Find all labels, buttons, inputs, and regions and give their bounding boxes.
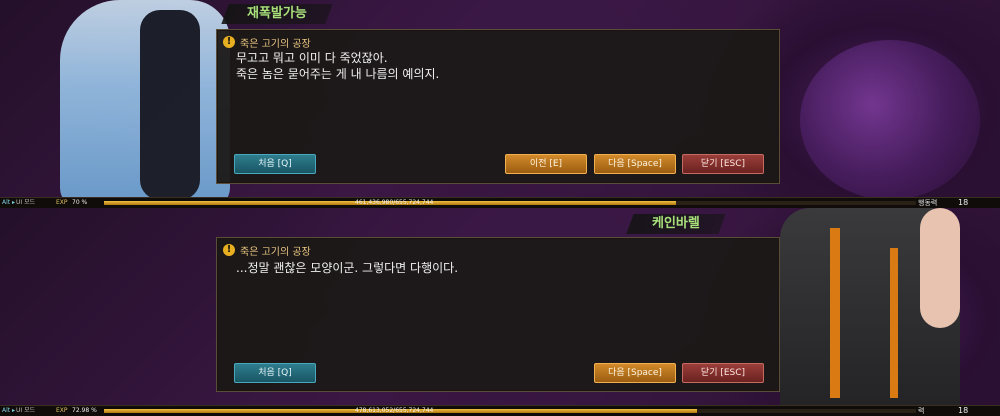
dialog-text: ...정말 괜찮은 모양이군. 그렇다면 다행이다. <box>236 260 458 276</box>
speaker-name-tag: 재폭발가능 <box>221 4 333 24</box>
close-button[interactable]: 닫기 [ESC] <box>682 363 764 383</box>
first-button[interactable]: 처음 [Q] <box>234 154 316 174</box>
status-bar: Alt ▸ UI 모드 EXP 70 % 461,436,980/655,724… <box>0 197 1000 208</box>
speaker-name: 재폭발가능 <box>247 6 307 21</box>
exp-label: EXP <box>56 199 68 206</box>
next-button[interactable]: 다음 [Space] <box>594 154 676 174</box>
prev-button[interactable]: 이전 [E] <box>505 154 587 174</box>
character-portrait-left <box>60 0 230 208</box>
dialog-text: 무고고 뭐고 이미 다 죽었잖아. 죽은 놈은 묻어주는 게 내 나름의 예의지… <box>236 50 439 82</box>
first-button[interactable]: 처음 [Q] <box>234 363 316 383</box>
dialogue-scene-1: 재폭발가능 ! 죽은 고기의 공장 무고고 뭐고 이미 다 죽었잖아. 죽은 놈… <box>0 0 1000 208</box>
close-button[interactable]: 닫기 [ESC] <box>682 154 764 174</box>
action-points-label: 행동력 <box>918 199 938 207</box>
background-creature <box>800 40 980 200</box>
exp-bar <box>104 409 916 413</box>
quest-title-row: ! 죽은 고기의 공장 <box>223 34 311 50</box>
exp-label: EXP <box>56 407 68 414</box>
level-value: 18 <box>958 198 969 207</box>
alt-key-hint[interactable]: Alt ▸ <box>2 406 15 416</box>
quest-title: 죽은 고기의 공장 <box>240 38 311 50</box>
exp-percent: 72.98 % <box>72 407 97 414</box>
exclamation-icon: ! <box>223 244 235 256</box>
dialog-line: 무고고 뭐고 이미 다 죽었잖아. <box>236 51 388 65</box>
status-bar: Alt ▸ UI 모드 EXP 72.98 % 478,613,052/655,… <box>0 405 1000 416</box>
next-button[interactable]: 다음 [Space] <box>594 363 676 383</box>
dialog-line: ...정말 괜찮은 모양이군. 그렇다면 다행이다. <box>236 261 459 275</box>
quest-title-row: ! 죽은 고기의 공장 <box>223 242 311 258</box>
speaker-name: 케인바렐 <box>652 216 700 231</box>
ui-mode-label[interactable]: UI 모드 <box>16 406 35 416</box>
alt-key-hint[interactable]: Alt ▸ <box>2 198 15 208</box>
exp-percent: 70 % <box>72 199 88 206</box>
ui-mode-label[interactable]: UI 모드 <box>16 198 35 208</box>
exp-bar <box>104 201 916 205</box>
speaker-name-tag: 케인바렐 <box>626 214 726 234</box>
quest-title: 죽은 고기의 공장 <box>240 246 311 258</box>
exp-numbers: 461,436,980/655,724,744 <box>355 199 434 206</box>
level-value: 18 <box>958 406 969 415</box>
dialog-box: ! 죽은 고기의 공장 무고고 뭐고 이미 다 죽었잖아. 죽은 놈은 묻어주는… <box>216 29 780 184</box>
character-portrait-right <box>780 208 960 416</box>
dialog-box: ! 죽은 고기의 공장 ...정말 괜찮은 모양이군. 그렇다면 다행이다. 처… <box>216 237 780 392</box>
dialogue-scene-2: 케인바렐 ! 죽은 고기의 공장 ...정말 괜찮은 모양이군. 그렇다면 다행… <box>0 208 1000 416</box>
exp-numbers: 478,613,052/655,724,744 <box>355 407 434 414</box>
dialog-line: 죽은 놈은 묻어주는 게 내 나름의 예의지. <box>236 67 440 81</box>
action-points-label: 력 <box>918 407 925 415</box>
exclamation-icon: ! <box>223 36 235 48</box>
